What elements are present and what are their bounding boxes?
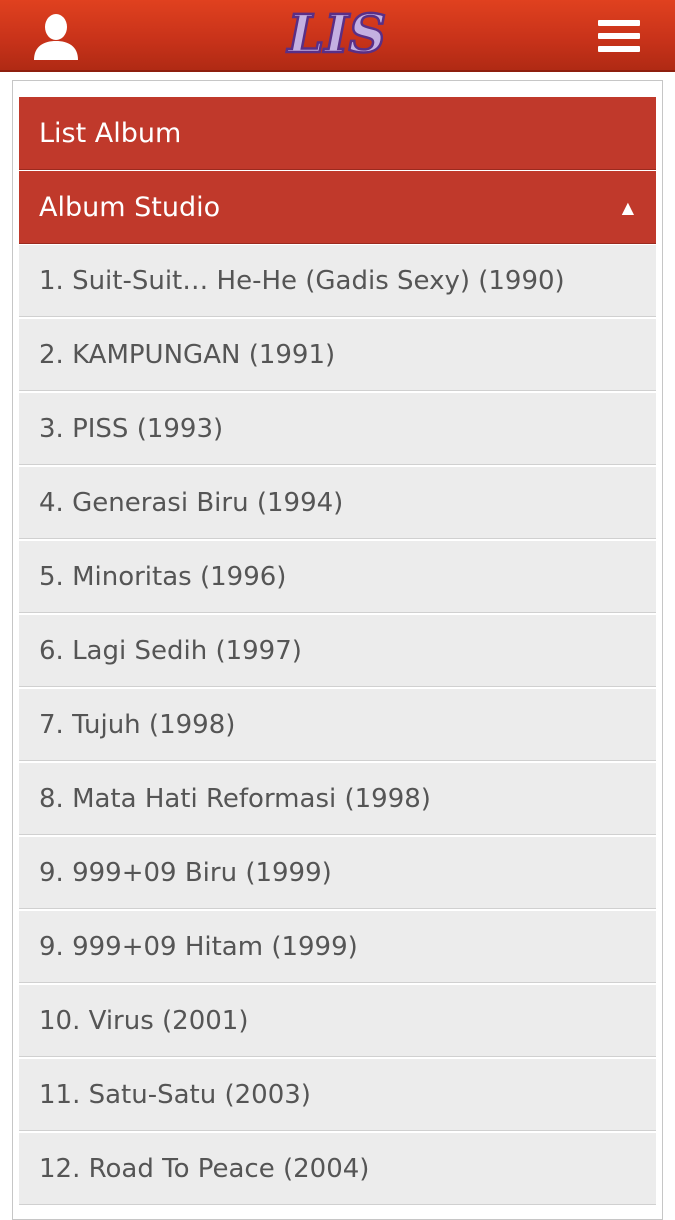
album-item[interactable]: 4. Generasi Biru (1994): [19, 467, 656, 539]
hamburger-menu-icon: [598, 20, 640, 52]
album-item[interactable]: 6. Lagi Sedih (1997): [19, 615, 656, 687]
album-studio-label: Album Studio: [39, 192, 221, 223]
logo-text: LIS: [286, 4, 386, 65]
list-album-title: List Album: [39, 118, 182, 149]
album-item[interactable]: 9. 999+09 Hitam (1999): [19, 911, 656, 983]
album-studio-toggle[interactable]: Album Studio ▲: [19, 171, 656, 244]
album-item[interactable]: 5. Minoritas (1996): [19, 541, 656, 613]
album-item[interactable]: 9. 999+09 Biru (1999): [19, 837, 656, 909]
album-item[interactable]: 2. KAMPUNGAN (1991): [19, 319, 656, 391]
album-item[interactable]: 12. Road To Peace (2004): [19, 1133, 656, 1205]
user-button[interactable]: [30, 10, 82, 62]
list-album-header: List Album: [19, 97, 656, 170]
album-item[interactable]: 11. Satu-Satu (2003): [19, 1059, 656, 1131]
album-item[interactable]: 7. Tujuh (1998): [19, 689, 656, 761]
album-list: 1. Suit-Suit… He-He (Gadis Sexy) (1990) …: [19, 245, 656, 1207]
album-item[interactable]: 8. Mata Hati Reformasi (1998): [19, 763, 656, 835]
triangle-up-icon: ▲: [621, 198, 634, 217]
album-item[interactable]: 10. Virus (2001): [19, 985, 656, 1057]
album-panel: List Album Album Studio ▲ 1. Suit-Suit… …: [12, 80, 663, 1220]
site-logo[interactable]: LIS: [270, 2, 405, 70]
user-icon: [34, 14, 78, 60]
top-bar: LIS: [0, 0, 675, 72]
menu-button[interactable]: [594, 12, 646, 60]
album-item[interactable]: 1. Suit-Suit… He-He (Gadis Sexy) (1990): [19, 245, 656, 317]
album-item[interactable]: 3. PISS (1993): [19, 393, 656, 465]
logo-icon: LIS: [285, 3, 388, 67]
